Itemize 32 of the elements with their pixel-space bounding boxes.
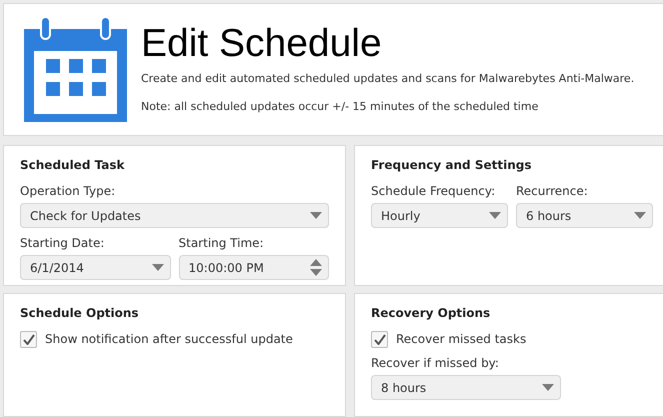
section-heading: Schedule Options xyxy=(20,305,140,322)
field-label: Schedule Frequency: xyxy=(371,183,496,200)
section-heading: Scheduled Task xyxy=(20,157,126,174)
dropdown[interactable]: Check for Updates xyxy=(20,203,329,228)
checkbox[interactable] xyxy=(371,330,388,348)
dropdown-arrow-icon xyxy=(152,264,164,271)
check-icon xyxy=(22,334,34,344)
field-label: Operation Type: xyxy=(20,183,116,200)
check-icon xyxy=(374,334,386,344)
field-label: Starting Time: xyxy=(178,235,265,252)
field-label: Recurrence: xyxy=(516,183,589,200)
dropdown-arrow-icon xyxy=(634,212,646,219)
dropdown[interactable]: 6/1/2014 xyxy=(20,255,170,280)
description-text: Create and edit automated scheduled updates and scans for Malwarebytes Anti-Malware. xyxy=(141,70,634,86)
checkbox-label: Show notification after successful update xyxy=(45,331,293,348)
dropdown-arrow-icon xyxy=(310,212,322,219)
dropdown-arrow-icon xyxy=(542,384,554,391)
calendar-icon xyxy=(24,17,127,122)
field-label: Recover if missed by: xyxy=(371,355,500,372)
spinner-arrows-icon xyxy=(310,259,322,276)
section-heading: Recovery Options xyxy=(371,305,492,322)
checkbox[interactable] xyxy=(20,330,37,348)
dropdown[interactable]: Hourly xyxy=(371,203,508,228)
dropdown[interactable]: 6 hours xyxy=(516,203,653,228)
time-spinner[interactable]: 10:00:00 PM xyxy=(178,255,329,280)
dropdown[interactable]: 8 hours xyxy=(371,375,561,400)
section-heading: Frequency and Settings xyxy=(371,157,532,174)
page-title: Edit Schedule xyxy=(141,24,383,62)
field-label: Starting Date: xyxy=(20,235,106,252)
note-text: Note: all scheduled updates occur +/- 15 minutes of the scheduled time xyxy=(141,99,540,115)
dropdown-arrow-icon xyxy=(489,212,501,219)
checkbox-label: Recover missed tasks xyxy=(396,331,526,348)
